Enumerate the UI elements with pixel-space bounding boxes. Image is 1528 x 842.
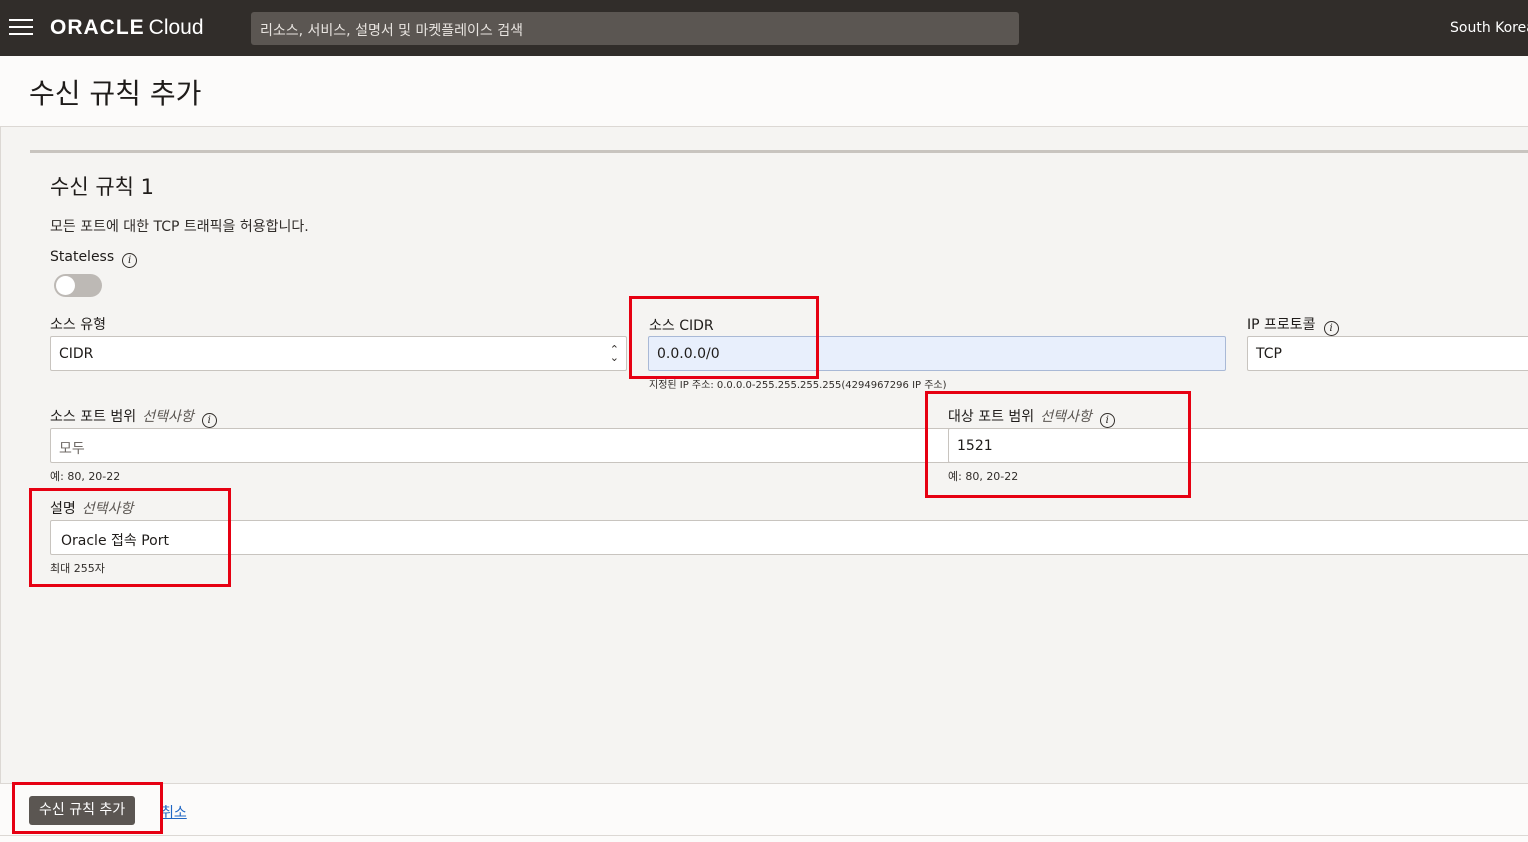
search-placeholder: 리소스, 서비스, 설명서 및 마켓플레이스 검색 xyxy=(260,23,523,39)
description-value: Oracle 접속 Port xyxy=(61,533,169,549)
source-type-value: CIDR xyxy=(59,346,94,362)
add-ingress-rule-button[interactable]: 수신 규칙 추가 xyxy=(29,796,136,825)
cancel-link[interactable]: 취소 xyxy=(161,802,187,822)
source-type-label: 소스 유형 xyxy=(50,317,106,333)
stateless-label-text: Stateless xyxy=(50,249,115,265)
source-type-select[interactable]: CIDR ⌃ ⌄ xyxy=(50,336,627,371)
description-hint: 최대 255자 xyxy=(50,562,105,575)
dest-port-input[interactable]: 1521 xyxy=(948,428,1528,463)
rule-title: 수신 규칙 1 xyxy=(50,175,154,199)
optional-tag: 선택사항 xyxy=(1040,409,1092,425)
rule-description: 모든 포트에 대한 TCP 트래픽을 허용합니다. xyxy=(50,219,309,235)
source-cidr-input[interactable]: 0.0.0.0/0 xyxy=(648,336,1226,371)
top-navigation-bar: ORACLE Cloud 리소스, 서비스, 설명서 및 마켓플레이스 검색 So… xyxy=(0,0,1528,56)
updown-chevron-icon: ⌃ ⌄ xyxy=(609,343,619,364)
ip-protocol-label-text: IP 프로토콜 xyxy=(1247,317,1316,333)
description-label: 설명 선택사항 xyxy=(50,498,133,518)
description-label-text: 설명 xyxy=(50,501,76,517)
info-icon[interactable]: i xyxy=(1099,413,1115,428)
info-icon[interactable]: i xyxy=(201,413,217,428)
stateless-label: Stateless i xyxy=(50,249,138,268)
source-port-label: 소스 포트 범위 선택사항 i xyxy=(50,406,217,428)
region-selector[interactable]: South Korea xyxy=(1450,20,1528,36)
dest-port-label: 대상 포트 범위 선택사항 i xyxy=(948,406,1115,428)
source-port-label-text: 소스 포트 범위 xyxy=(50,409,137,425)
source-cidr-value: 0.0.0.0/0 xyxy=(657,346,720,362)
dest-port-hint: 예: 80, 20-22 xyxy=(948,470,1019,483)
page-header: 수신 규칙 추가 xyxy=(0,56,1528,127)
page-title: 수신 규칙 추가 xyxy=(29,77,202,110)
optional-tag: 선택사항 xyxy=(142,409,194,425)
optional-tag: 선택사항 xyxy=(81,501,134,517)
info-icon[interactable]: i xyxy=(122,253,138,268)
stateless-toggle[interactable] xyxy=(54,274,102,297)
source-port-hint: 예: 80, 20-22 xyxy=(50,470,121,483)
ip-protocol-label: IP 프로토콜 i xyxy=(1247,314,1339,336)
ingress-rule-form: 수신 규칙 1 모든 포트에 대한 TCP 트래픽을 허용합니다. Statel… xyxy=(0,127,1528,783)
logo-product: Cloud xyxy=(148,16,204,39)
hamburger-menu-icon[interactable] xyxy=(9,19,33,37)
toggle-knob xyxy=(56,276,75,295)
source-cidr-hint: 지정된 IP 주소: 0.0.0.0-255.255.255.255(42949… xyxy=(649,380,947,391)
dest-port-value: 1521 xyxy=(957,438,993,454)
form-footer: 수신 규칙 추가 취소 xyxy=(0,783,1528,836)
rule-divider xyxy=(30,150,1528,153)
ip-protocol-select[interactable]: TCP xyxy=(1247,336,1528,371)
ip-protocol-value: TCP xyxy=(1256,346,1282,362)
dest-port-label-text: 대상 포트 범위 xyxy=(948,409,1035,425)
info-icon[interactable]: i xyxy=(1323,321,1339,336)
search-input[interactable]: 리소스, 서비스, 설명서 및 마켓플레이스 검색 xyxy=(251,12,1019,45)
logo-brand: ORACLE xyxy=(50,16,145,39)
source-cidr-label: 소스 CIDR xyxy=(649,318,714,334)
source-port-placeholder: 모두 xyxy=(59,441,85,457)
description-input[interactable]: Oracle 접속 Port xyxy=(50,520,1528,555)
oracle-cloud-logo[interactable]: ORACLE Cloud xyxy=(50,16,204,40)
